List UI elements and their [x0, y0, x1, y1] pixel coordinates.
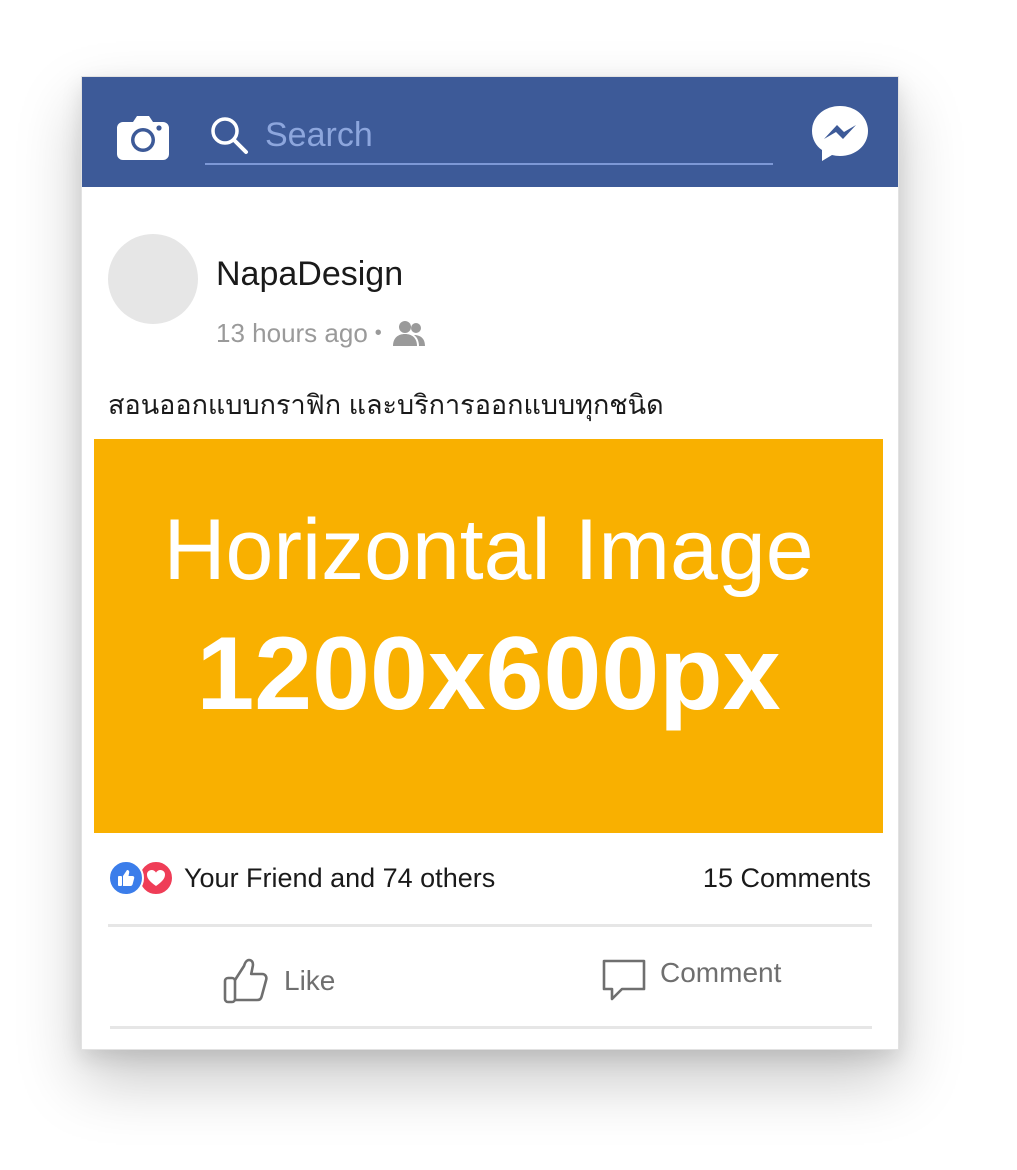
top-bar	[82, 77, 898, 187]
comment-label: Comment	[660, 957, 782, 988]
comments-count[interactable]: 15 Comments	[703, 863, 871, 894]
post-meta: 13 hours ago •	[216, 315, 426, 351]
like-reaction-icon	[108, 860, 144, 896]
image-size: 1200x600px	[196, 616, 781, 732]
comment-button[interactable]: Comment	[600, 957, 781, 1009]
image-title: Horizontal Image	[163, 502, 814, 598]
search-bar[interactable]	[205, 107, 773, 165]
friends-icon[interactable]	[392, 319, 426, 347]
meta-separator: •	[374, 321, 382, 344]
search-icon	[211, 117, 248, 154]
thumbs-up-icon	[223, 958, 268, 1004]
post-time[interactable]: 13 hours ago	[216, 318, 368, 349]
divider	[110, 1026, 872, 1029]
camera-icon[interactable]	[115, 110, 171, 162]
messenger-icon[interactable]	[809, 103, 871, 163]
post-text: สอนออกแบบกราฟิก และบริการออกแบบทุกชนิด	[108, 390, 664, 420]
reactions-text: Your Friend and 74 others	[184, 862, 496, 893]
post-card: NapaDesign 13 hours ago • สอนออกแบบกราฟิ…	[81, 76, 899, 1050]
search-input[interactable]	[265, 111, 755, 159]
comment-icon	[602, 959, 646, 1001]
avatar[interactable]	[108, 234, 198, 324]
post-author[interactable]: NapaDesign	[216, 255, 403, 294]
reactions-summary[interactable]: Your Friend and 74 others	[108, 859, 495, 897]
like-button[interactable]: Like	[222, 953, 335, 1009]
like-label: Like	[284, 965, 336, 996]
post-image[interactable]: Horizontal Image 1200x600px	[94, 439, 883, 833]
divider	[108, 924, 872, 927]
